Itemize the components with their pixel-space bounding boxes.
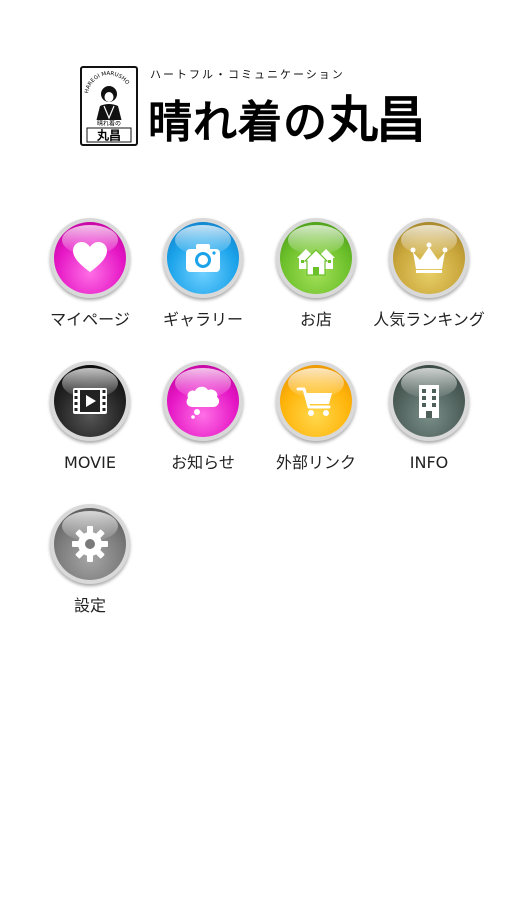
button-face xyxy=(167,222,239,294)
settings-button[interactable] xyxy=(50,504,130,584)
logo-title-prefix: 晴れ着の xyxy=(148,97,328,148)
external-links-button[interactable] xyxy=(276,361,356,441)
button-face xyxy=(54,365,126,437)
button-face xyxy=(280,365,352,437)
menu-label: マイページ xyxy=(50,310,130,329)
button-face xyxy=(167,365,239,437)
gear-icon xyxy=(72,526,108,562)
button-face xyxy=(280,222,352,294)
menu-item-gallery[interactable]: ギャラリー xyxy=(147,218,260,358)
camera-icon xyxy=(186,244,220,272)
news-button[interactable] xyxy=(163,361,243,441)
menu-label: お店 xyxy=(299,310,332,329)
menu-label: お知らせ xyxy=(171,453,235,472)
button-face xyxy=(393,222,465,294)
menu-item-info[interactable]: INFO xyxy=(373,361,486,501)
logo-title-brand: 丸昌 xyxy=(328,91,426,149)
svg-text:丸昌: 丸昌 xyxy=(96,128,121,143)
menu-label: INFO xyxy=(409,453,449,472)
speech-bubble-icon xyxy=(186,386,220,419)
shop-button[interactable] xyxy=(276,218,356,298)
video-icon xyxy=(73,388,107,414)
menu-item-news[interactable]: お知らせ xyxy=(147,361,260,501)
heart-icon xyxy=(73,242,107,272)
menu-item-ranking[interactable]: 人気ランキング xyxy=(373,218,486,358)
menu-label: 人気ランキング xyxy=(373,310,485,329)
menu-item-movie[interactable]: MOVIE xyxy=(34,361,147,501)
movie-button[interactable] xyxy=(50,361,130,441)
menu-label: ギャラリー xyxy=(162,310,243,329)
gallery-button[interactable] xyxy=(163,218,243,298)
button-face xyxy=(54,508,126,580)
cart-icon xyxy=(296,387,332,416)
brand-logo: HAREGI MARUSHO 晴れ着の 丸昌 ハートフル・コミュニケーション 晴… xyxy=(80,64,430,149)
menu-label: MOVIE xyxy=(64,453,116,472)
building-icon xyxy=(419,385,439,418)
ranking-button[interactable] xyxy=(389,218,469,298)
houses-icon xyxy=(297,249,335,276)
crown-icon xyxy=(410,242,448,273)
menu-item-settings[interactable]: 設定 xyxy=(34,504,147,644)
menu-item-external-links[interactable]: 外部リンク xyxy=(260,361,373,501)
menu-item-shop[interactable]: お店 xyxy=(260,218,373,358)
emblem-icon: HAREGI MARUSHO 晴れ着の 丸昌 xyxy=(80,66,138,146)
button-face xyxy=(393,365,465,437)
menu-label: 外部リンク xyxy=(275,453,356,472)
info-button[interactable] xyxy=(389,361,469,441)
menu-label: 設定 xyxy=(73,596,106,615)
button-face xyxy=(54,222,126,294)
mypage-button[interactable] xyxy=(50,218,130,298)
logo-title: 晴れ着の丸昌 xyxy=(148,80,426,152)
svg-text:晴れ着の: 晴れ着の xyxy=(97,120,121,128)
menu-item-mypage[interactable]: マイページ xyxy=(34,218,147,358)
app-screen: HAREGI MARUSHO 晴れ着の 丸昌 ハートフル・コミュニケーション 晴… xyxy=(0,0,506,900)
